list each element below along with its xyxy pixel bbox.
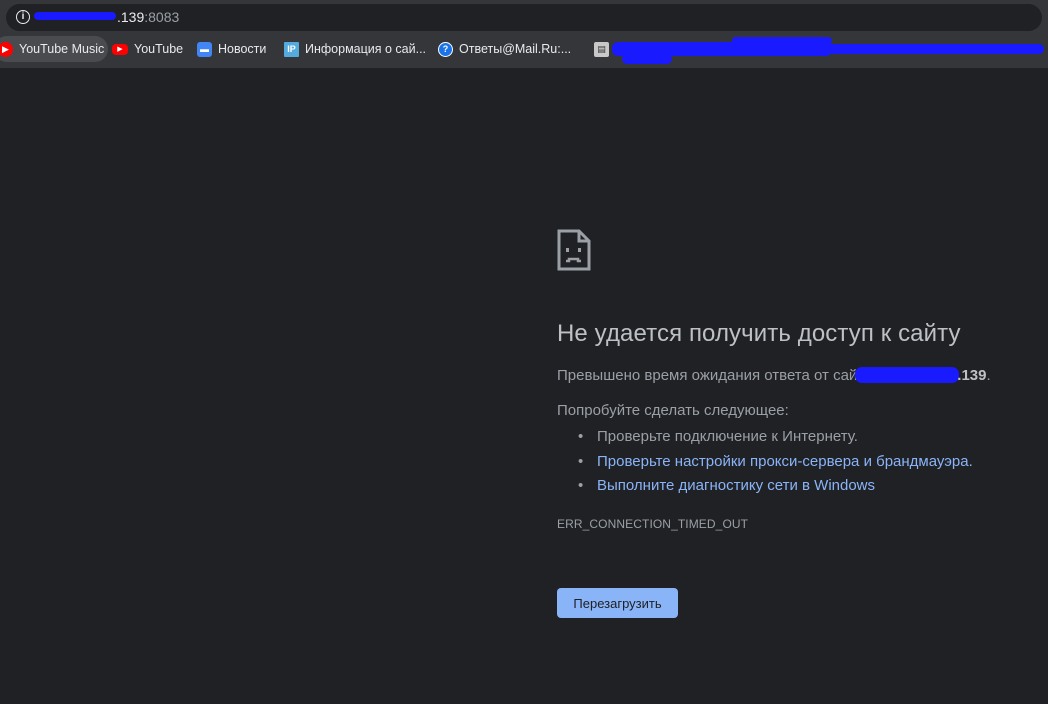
desc-prefix: Превышено время ожидания ответа от сай [557,367,858,384]
browser-toolbar: i .139:8083 ▶ YouTube Music ▶ YouTube ▬ … [0,0,1048,68]
bookmark-label: Новости [218,42,267,56]
desc-end: . [986,367,991,384]
desc-host-suffix: .139 [957,367,987,384]
bookmark-label: Информация о сай... [305,42,427,56]
news-icon: ▬ [197,41,212,57]
bookmark-label: YouTube Music [19,42,105,56]
url-text[interactable]: .139:8083 [34,9,179,25]
bookmark-label: YouTube [134,42,184,56]
error-content: Не удается получить доступ к сайту Превы… [557,229,1037,618]
url-host-suffix: .139 [117,9,145,25]
mail-answers-icon: ? [438,41,453,57]
info-icon[interactable]: i [16,10,30,24]
error-code: ERR_CONNECTION_TIMED_OUT [557,516,749,531]
bookmark-youtube-music[interactable]: ▶ YouTube Music [0,36,109,62]
error-description: Превышено время ожидания ответа от сай .1… [557,367,1037,384]
bookmark-youtube[interactable]: ▶ YouTube [108,36,187,62]
url-port: :8083 [144,9,180,25]
redaction-mark [855,367,960,383]
address-bar[interactable]: i .139:8083 [6,4,1042,31]
suggestions-list: Проверьте подключение к Интернету. Прове… [557,425,1037,499]
youtube-icon: ▶ [112,43,128,55]
bookmark-mail-answers[interactable]: ? Ответы@Mail.Ru:... [434,36,575,62]
suggestion-network-diagnostics-link[interactable]: Выполните диагностику сети в Windows [578,474,1037,499]
redaction-mark [612,37,1044,66]
suggestion-check-proxy-link[interactable]: Проверьте настройки прокси-сервера и бра… [578,450,1037,475]
ip-info-icon: IP [284,41,299,57]
bookmark-ip-info[interactable]: IP Информация о сай... [280,36,430,62]
suggestion-check-connection: Проверьте подключение к Интернету. [578,425,1037,450]
redaction-mark [34,12,116,20]
sad-page-icon [557,229,591,271]
bookmark-label: Ответы@Mail.Ru:... [459,42,572,56]
youtube-music-icon: ▶ [0,41,13,57]
generic-page-icon: ▤ [594,41,609,57]
bookmark-news[interactable]: ▬ Новости [193,36,270,62]
bookmarks-bar: ▶ YouTube Music ▶ YouTube ▬ Новости IP И… [0,36,1048,64]
reload-button[interactable]: Перезагрузить [557,588,678,618]
error-title: Не удается получить доступ к сайту [557,320,961,347]
try-heading: Попробуйте сделать следующее: [557,402,789,419]
